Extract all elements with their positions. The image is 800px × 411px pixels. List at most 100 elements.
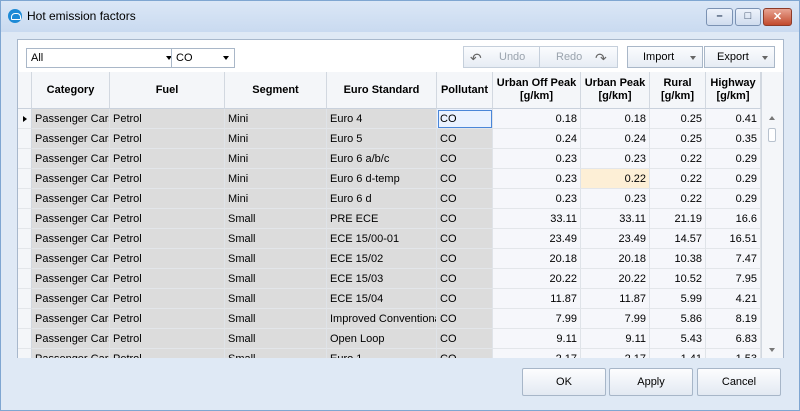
cell-rural[interactable]: 0.25 (650, 129, 706, 149)
cell-highway[interactable]: 8.19 (706, 309, 761, 329)
cell-urban-off-peak[interactable]: 0.23 (493, 149, 581, 169)
cell-euro-standard[interactable]: Improved Conventional (327, 309, 437, 329)
column-header-fuel[interactable]: Fuel (110, 72, 225, 109)
cell-highway[interactable]: 4.21 (706, 289, 761, 309)
cell-highway[interactable]: 1.53 (706, 349, 761, 358)
cell-urban-off-peak[interactable]: 2.17 (493, 349, 581, 358)
cell-rural[interactable]: 0.22 (650, 189, 706, 209)
cell-fuel[interactable]: Petrol (110, 169, 225, 189)
row-indicator[interactable] (18, 229, 32, 249)
cell-urban-peak[interactable]: 0.23 (581, 189, 650, 209)
cell-fuel[interactable]: Petrol (110, 189, 225, 209)
table-row[interactable]: Passenger Cars Petrol Small PRE ECE CO 33.11 3… (18, 209, 761, 229)
cell-urban-off-peak[interactable]: 23.49 (493, 229, 581, 249)
cell-fuel[interactable]: Petrol (110, 129, 225, 149)
cell-highway[interactable]: 0.29 (706, 169, 761, 189)
cell-urban-peak[interactable]: 9.11 (581, 329, 650, 349)
cell-segment[interactable]: Small (225, 229, 327, 249)
row-indicator[interactable] (18, 189, 32, 209)
row-indicator[interactable] (18, 269, 32, 289)
cell-rural[interactable]: 0.25 (650, 109, 706, 129)
table-row[interactable]: Passenger Cars Petrol Small ECE 15/03 CO 20.2… (18, 269, 761, 289)
cell-segment[interactable]: Mini (225, 109, 327, 129)
cell-highway[interactable]: 7.47 (706, 249, 761, 269)
apply-button[interactable]: Apply (609, 368, 693, 396)
ok-button[interactable]: OK (522, 368, 606, 396)
cell-euro-standard[interactable]: Euro 1 (327, 349, 437, 358)
cell-pollutant[interactable]: CO (437, 129, 493, 149)
cell-euro-standard[interactable]: ECE 15/02 (327, 249, 437, 269)
cell-fuel[interactable]: Petrol (110, 229, 225, 249)
cancel-button[interactable]: Cancel (697, 368, 781, 396)
cell-segment[interactable]: Small (225, 309, 327, 329)
scroll-down-icon[interactable] (769, 348, 775, 352)
cell-pollutant[interactable]: CO (437, 349, 493, 358)
cell-highway[interactable]: 0.35 (706, 129, 761, 149)
cell-pollutant[interactable]: CO (437, 289, 493, 309)
cell-pollutant[interactable]: CO (437, 189, 493, 209)
cell-rural[interactable]: 0.22 (650, 169, 706, 189)
cell-fuel[interactable]: Petrol (110, 209, 225, 229)
row-indicator[interactable] (18, 249, 32, 269)
close-button[interactable]: ✕ (763, 8, 792, 26)
cell-fuel[interactable]: Petrol (110, 149, 225, 169)
cell-urban-off-peak[interactable]: 7.99 (493, 309, 581, 329)
cell-fuel[interactable]: Petrol (110, 269, 225, 289)
table-row[interactable]: Passenger Cars Petrol Small Improved Conven… (18, 309, 761, 329)
cell-segment[interactable]: Small (225, 289, 327, 309)
cell-euro-standard[interactable]: Euro 6 d-temp (327, 169, 437, 189)
cell-category[interactable]: Passenger Cars (32, 349, 110, 358)
cell-highway[interactable]: 0.41 (706, 109, 761, 129)
maximize-button[interactable]: □ (735, 8, 761, 26)
table-row[interactable]: Passenger Cars Petrol Mini Euro 5 CO 0.24 0.24… (18, 129, 761, 149)
cell-urban-peak[interactable]: 20.18 (581, 249, 650, 269)
scroll-thumb[interactable] (768, 128, 776, 142)
cell-rural[interactable]: 10.52 (650, 269, 706, 289)
cell-category[interactable]: Passenger Cars (32, 109, 110, 129)
table-row[interactable]: Passenger Cars Petrol Mini Euro 4 CO 0.18 0.18… (18, 109, 761, 129)
cell-segment[interactable]: Mini (225, 169, 327, 189)
cell-category[interactable]: Passenger Cars (32, 249, 110, 269)
cell-urban-off-peak[interactable]: 9.11 (493, 329, 581, 349)
cell-category[interactable]: Passenger Cars (32, 269, 110, 289)
row-indicator[interactable] (18, 149, 32, 169)
cell-euro-standard[interactable]: ECE 15/04 (327, 289, 437, 309)
row-indicator[interactable] (18, 109, 32, 129)
cell-segment[interactable]: Small (225, 209, 327, 229)
column-header-urban-peak[interactable]: Urban Peak [g/km] (581, 72, 650, 109)
cell-urban-peak[interactable]: 0.23 (581, 149, 650, 169)
cell-fuel[interactable]: Petrol (110, 349, 225, 358)
cell-pollutant[interactable]: CO (437, 309, 493, 329)
cell-urban-off-peak[interactable]: 20.22 (493, 269, 581, 289)
title-bar[interactable]: Hot emission factors – □ ✕ (1, 1, 799, 32)
cell-category[interactable]: Passenger Cars (32, 209, 110, 229)
cell-rural[interactable]: 10.38 (650, 249, 706, 269)
row-indicator[interactable] (18, 129, 32, 149)
cell-segment[interactable]: Small (225, 269, 327, 289)
cell-highway[interactable]: 6.83 (706, 329, 761, 349)
cell-category[interactable]: Passenger Cars (32, 309, 110, 329)
table-row[interactable]: Passenger Cars Petrol Small ECE 15/04 CO 11.8… (18, 289, 761, 309)
cell-pollutant[interactable]: CO (437, 229, 493, 249)
import-button[interactable]: Import (627, 46, 703, 68)
cell-fuel[interactable]: Petrol (110, 309, 225, 329)
category-filter-select[interactable]: All (26, 48, 178, 68)
cell-rural[interactable]: 1.41 (650, 349, 706, 358)
cell-rural[interactable]: 5.99 (650, 289, 706, 309)
cell-urban-off-peak[interactable]: 0.18 (493, 109, 581, 129)
cell-euro-standard[interactable]: Euro 4 (327, 109, 437, 129)
cell-segment[interactable]: Mini (225, 149, 327, 169)
cell-highway[interactable]: 7.95 (706, 269, 761, 289)
cell-category[interactable]: Passenger Cars (32, 329, 110, 349)
cell-urban-peak[interactable]: 7.99 (581, 309, 650, 329)
cell-rural[interactable]: 14.57 (650, 229, 706, 249)
scroll-up-icon[interactable] (769, 116, 775, 120)
cell-fuel[interactable]: Petrol (110, 109, 225, 129)
cell-pollutant[interactable]: CO (437, 269, 493, 289)
cell-urban-peak[interactable]: 0.22 (581, 169, 650, 189)
column-header-urban-off-peak[interactable]: Urban Off Peak [g/km] (493, 72, 581, 109)
table-row[interactable]: Passenger Cars Petrol Small Open Loop CO 9.11… (18, 329, 761, 349)
cell-highway[interactable]: 16.6 (706, 209, 761, 229)
cell-highway[interactable]: 16.51 (706, 229, 761, 249)
cell-urban-peak[interactable]: 11.87 (581, 289, 650, 309)
